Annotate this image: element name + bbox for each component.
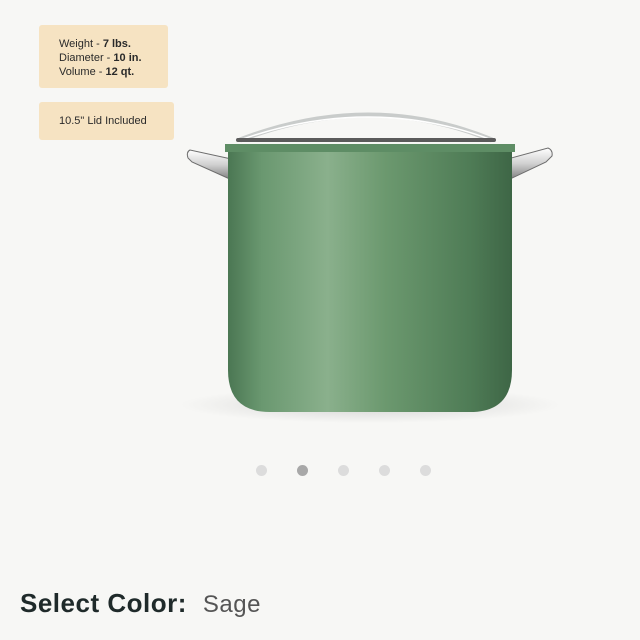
stockpot-image[interactable] — [180, 100, 560, 430]
selected-color-value: Sage — [202, 591, 261, 618]
weight-spec: Weight - 7 lbs. — [59, 37, 168, 51]
diameter-value: 10 in. — [113, 52, 142, 64]
pot-lid — [236, 112, 496, 143]
diameter-spec: Diameter - 10 in. — [59, 51, 168, 65]
volume-spec: Volume - 12 qt. — [59, 65, 168, 79]
volume-label: Volume - — [59, 66, 106, 78]
spec-card: Weight - 7 lbs. Diameter - 10 in. Volume… — [39, 25, 168, 88]
carousel-dot-5[interactable] — [420, 465, 431, 476]
diameter-label: Diameter - — [59, 52, 114, 64]
color-selector: Select Color: Sage — [20, 588, 261, 624]
lid-included-badge: 10.5" Lid Included — [39, 102, 174, 140]
select-color-label: Select Color: — [20, 588, 187, 618]
carousel-dot-2[interactable] — [297, 465, 308, 476]
carousel-dot-1[interactable] — [256, 465, 267, 476]
pot-body — [228, 148, 512, 412]
carousel-dot-4[interactable] — [379, 465, 390, 476]
weight-value: 7 lbs. — [102, 38, 131, 50]
volume-value: 12 qt. — [105, 66, 135, 78]
pot-rim — [225, 144, 515, 152]
carousel-dot-3[interactable] — [338, 465, 349, 476]
weight-label: Weight - — [59, 38, 103, 50]
carousel-pagination — [256, 465, 436, 477]
